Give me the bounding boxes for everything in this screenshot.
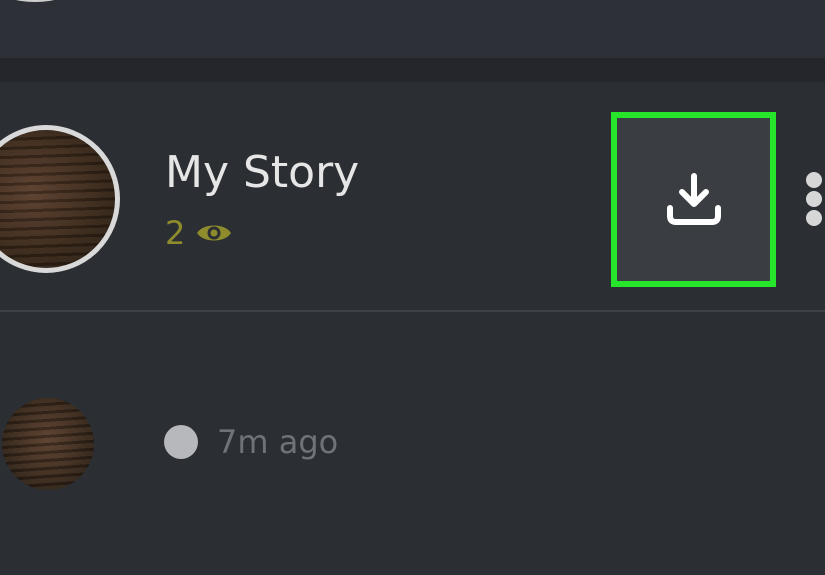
more-dot-bottom [806, 210, 822, 226]
story-screen: My Story 2 7m ago [0, 0, 825, 575]
previous-row [0, 0, 825, 58]
download-highlight-box [611, 112, 776, 287]
eye-icon [197, 225, 232, 241]
snap-avatar[interactable] [2, 398, 94, 490]
snap-time: 7m ago [217, 423, 339, 461]
more-vertical-icon [806, 172, 822, 188]
more-options-button[interactable] [800, 168, 825, 230]
row-divider [0, 310, 825, 312]
previous-avatar [0, 0, 110, 2]
status-dot [164, 425, 198, 459]
story-views: 2 [165, 213, 233, 253]
story-title: My Story [165, 147, 360, 198]
view-count: 2 [165, 214, 186, 252]
section-separator [0, 58, 825, 82]
more-dot-middle [806, 191, 822, 207]
